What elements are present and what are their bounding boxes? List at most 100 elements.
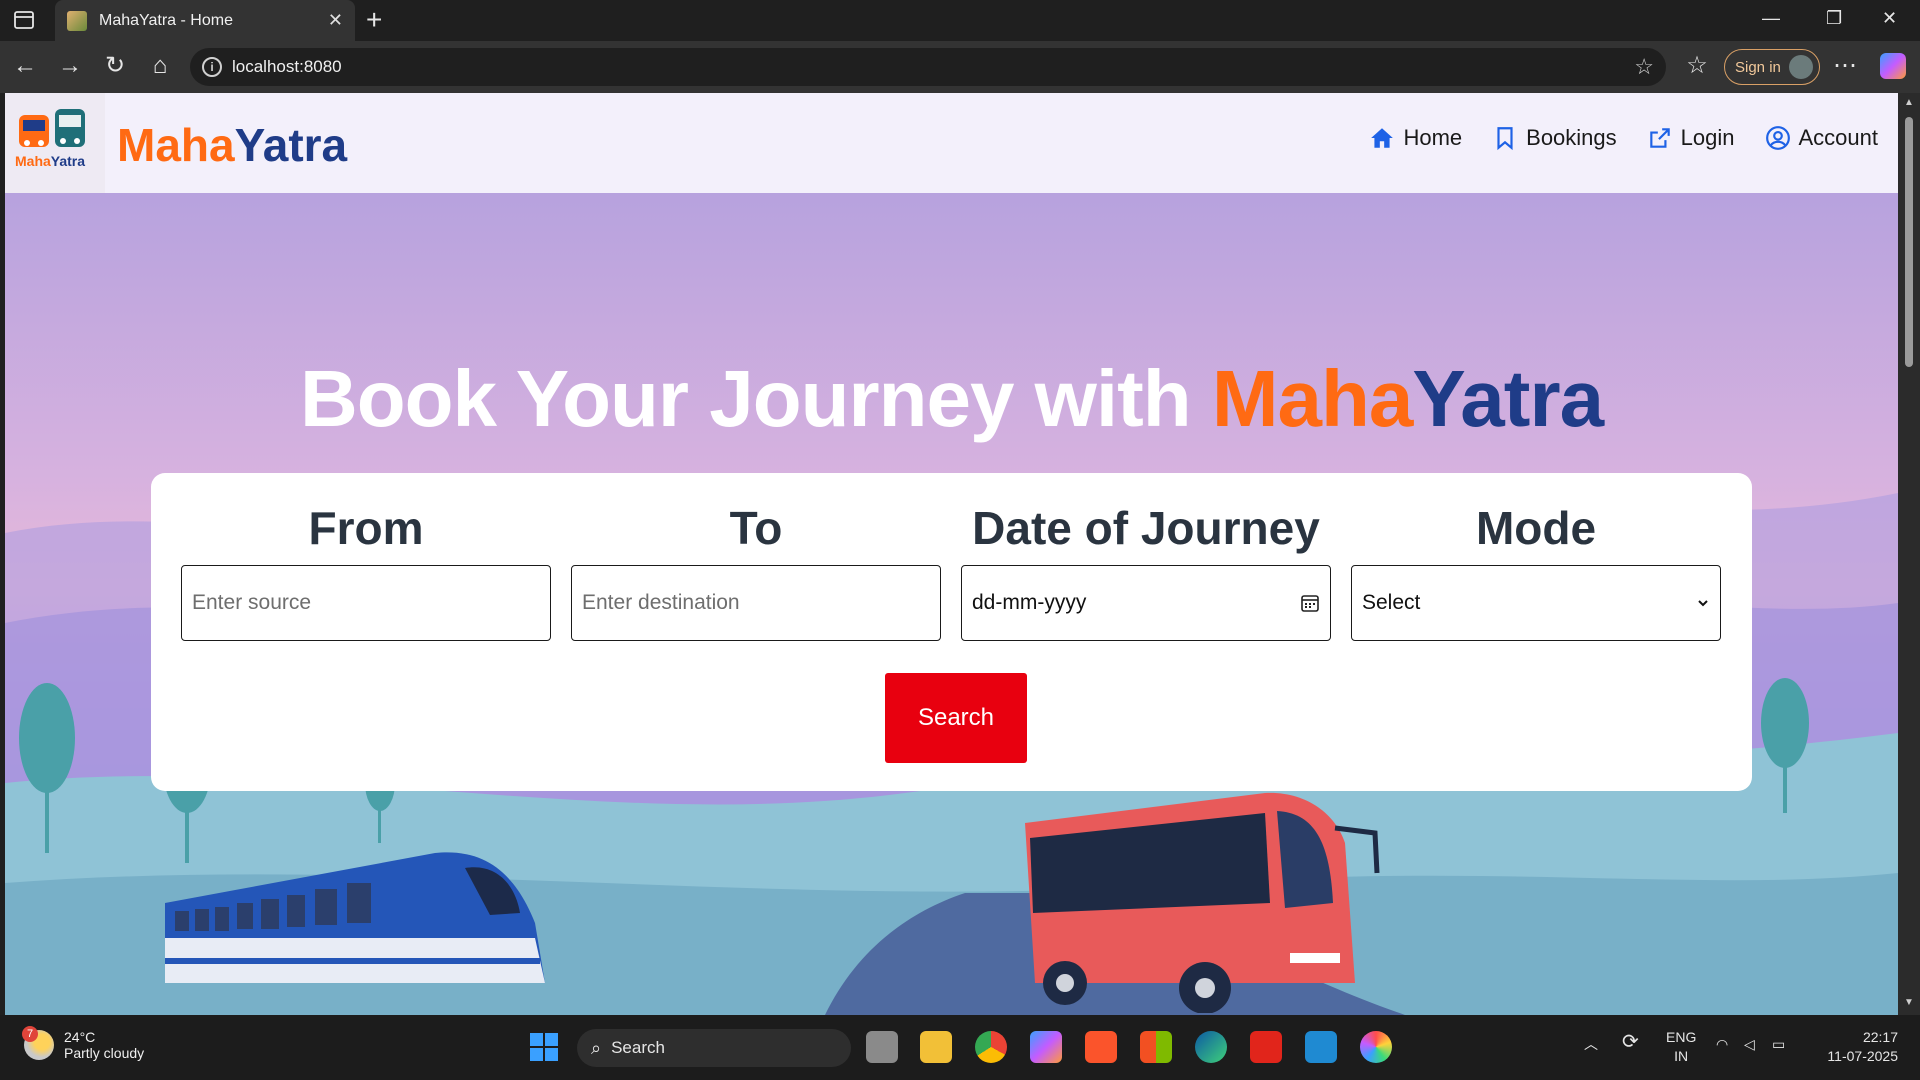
more-options-icon[interactable]: ⋯	[1832, 53, 1858, 79]
favorite-star-icon[interactable]: ☆	[1634, 54, 1654, 80]
to-input-box[interactable]	[571, 565, 941, 641]
restore-icon[interactable]: ❐	[1826, 8, 1842, 29]
logo-text: MahaYatra	[15, 153, 86, 169]
forward-icon[interactable]: →	[57, 53, 83, 79]
nav-bookings-label: Bookings	[1526, 125, 1617, 150]
url-text[interactable]: localhost:8080	[232, 57, 342, 77]
page-scrollbar[interactable]: ▲ ▼	[1898, 93, 1920, 1015]
refresh-icon[interactable]: ↻	[102, 53, 128, 79]
mode-select[interactable]: Select	[1351, 565, 1721, 641]
wps-office-icon[interactable]	[1250, 1031, 1282, 1063]
search-icon: ⌕	[591, 1037, 602, 1058]
language-indicator[interactable]: ENG IN	[1666, 1028, 1696, 1066]
calendar-icon[interactable]	[1300, 593, 1320, 613]
taskbar-search[interactable]: ⌕ Search	[577, 1029, 851, 1067]
hero-title-yatra: Yatra	[1412, 354, 1604, 443]
microsoft-store-icon[interactable]	[1140, 1031, 1172, 1063]
site-info-icon[interactable]: i	[202, 57, 222, 77]
from-input[interactable]	[192, 591, 540, 615]
search-button[interactable]: Search	[885, 673, 1027, 763]
scroll-up-icon[interactable]: ▲	[1904, 97, 1914, 108]
brave-icon[interactable]	[1085, 1031, 1117, 1063]
site-nav: Home Bookings Login Account	[1369, 125, 1878, 151]
browser-tab-active[interactable]: MahaYatra - Home ✕	[55, 0, 355, 41]
minimize-icon[interactable]: —	[1762, 8, 1780, 29]
close-window-icon[interactable]: ✕	[1882, 8, 1897, 29]
login-icon	[1649, 128, 1670, 148]
copilot-app-icon[interactable]	[1030, 1031, 1062, 1063]
wifi-icon[interactable]: ◠	[1716, 1035, 1728, 1054]
brand-yatra: Yatra	[234, 119, 348, 171]
scroll-down-icon[interactable]: ▼	[1904, 997, 1914, 1008]
clock[interactable]: 22:17 11-07-2025	[1816, 1028, 1898, 1066]
back-icon[interactable]: ←	[12, 53, 38, 79]
weather-badge: 7	[22, 1026, 38, 1042]
battery-icon[interactable]: ▭	[1772, 1035, 1785, 1054]
mode-field: Mode Select	[1351, 501, 1721, 641]
home-browser-icon[interactable]: ⌂	[147, 53, 173, 79]
sync-icon[interactable]: ⟳	[1622, 1032, 1639, 1052]
copilot-icon[interactable]	[1880, 53, 1906, 79]
lang-line1: ENG	[1666, 1029, 1697, 1045]
weather-widget[interactable]: 7 24°C Partly cloudy	[22, 1026, 145, 1061]
windows-start-icon[interactable]	[528, 1031, 560, 1063]
clock-date: 11-07-2025	[1827, 1048, 1898, 1064]
nav-login-label: Login	[1680, 125, 1735, 150]
to-field: To	[571, 501, 941, 641]
signin-label: Sign in	[1735, 58, 1781, 76]
show-hidden-icons-icon[interactable]: ︿	[1584, 1035, 1598, 1054]
nav-home[interactable]: Home	[1369, 125, 1462, 151]
page-viewport: MahaYatra MahaYatra Home Bookings Login …	[5, 93, 1898, 1015]
site-logo[interactable]: MahaYatra	[5, 93, 105, 193]
hero-section: Book Your Journey with MahaYatra From To…	[5, 193, 1898, 1015]
mode-label: Mode	[1475, 502, 1597, 554]
browser-toolbar: ← → ↻ ⌂ i localhost:8080 ☆ ☆ Sign in ⋯	[0, 41, 1920, 93]
chrome-icon[interactable]	[975, 1031, 1007, 1063]
date-label: Date of Journey	[972, 502, 1320, 554]
task-view-icon[interactable]	[866, 1031, 898, 1063]
favicon-icon	[67, 10, 87, 31]
brand-name[interactable]: MahaYatra	[117, 118, 347, 172]
tab-actions-icon[interactable]	[12, 9, 36, 31]
nav-account-label: Account	[1798, 125, 1879, 150]
from-field: From	[181, 501, 551, 641]
nav-login[interactable]: Login	[1647, 125, 1735, 151]
brand-maha: Maha	[117, 119, 235, 171]
file-explorer-icon[interactable]	[920, 1031, 952, 1063]
site-header: MahaYatra MahaYatra Home Bookings Login …	[5, 93, 1898, 193]
date-field: Date of Journey dd-mm-yyyy	[961, 501, 1331, 641]
colorful-app-icon[interactable]	[1360, 1031, 1392, 1063]
address-bar[interactable]: i localhost:8080 ☆	[190, 48, 1666, 86]
scroll-thumb[interactable]	[1905, 117, 1913, 367]
new-tab-icon[interactable]: +	[366, 6, 382, 34]
lang-line2: IN	[1674, 1048, 1689, 1064]
edge-icon[interactable]	[1195, 1031, 1227, 1063]
train-illustration	[165, 852, 545, 983]
vscode-icon[interactable]	[1305, 1031, 1337, 1063]
taskbar-search-label: Search	[611, 1038, 665, 1057]
date-input[interactable]: dd-mm-yyyy	[961, 565, 1331, 641]
clock-time: 22:17	[1862, 1029, 1898, 1045]
weather-temp: 24°C	[64, 1029, 96, 1045]
nav-account[interactable]: Account	[1765, 125, 1879, 151]
date-input-value: dd-mm-yyyy	[972, 591, 1087, 614]
volume-icon[interactable]: ◁	[1744, 1035, 1755, 1054]
favorites-icon[interactable]: ☆	[1684, 53, 1710, 79]
search-form-card: From To Date of Journey dd-mm-yyyy	[151, 473, 1752, 791]
nav-home-label: Home	[1403, 125, 1463, 150]
browser-tab-bar: MahaYatra - Home ✕ + — ❐ ✕	[0, 0, 1920, 41]
nav-bookings[interactable]: Bookings	[1492, 125, 1617, 151]
chevron-down-icon	[1698, 600, 1708, 607]
weather-desc: Partly cloudy	[64, 1045, 145, 1061]
hero-title-prefix: Book Your Journey with	[299, 354, 1212, 443]
windows-taskbar: 7 24°C Partly cloudy ⌕ Search ︿ ⟳ ENG IN…	[0, 1015, 1920, 1080]
bus-train-logo-icon	[19, 109, 85, 147]
signin-button[interactable]: Sign in	[1724, 49, 1820, 85]
to-label: To	[729, 502, 783, 554]
partly-cloudy-icon: 7	[22, 1026, 54, 1060]
hero-title-maha: Maha	[1211, 354, 1413, 443]
bookmark-icon	[1497, 127, 1513, 151]
close-tab-icon[interactable]: ✕	[328, 10, 343, 31]
to-input[interactable]	[582, 591, 930, 615]
from-input-box[interactable]	[181, 565, 551, 641]
